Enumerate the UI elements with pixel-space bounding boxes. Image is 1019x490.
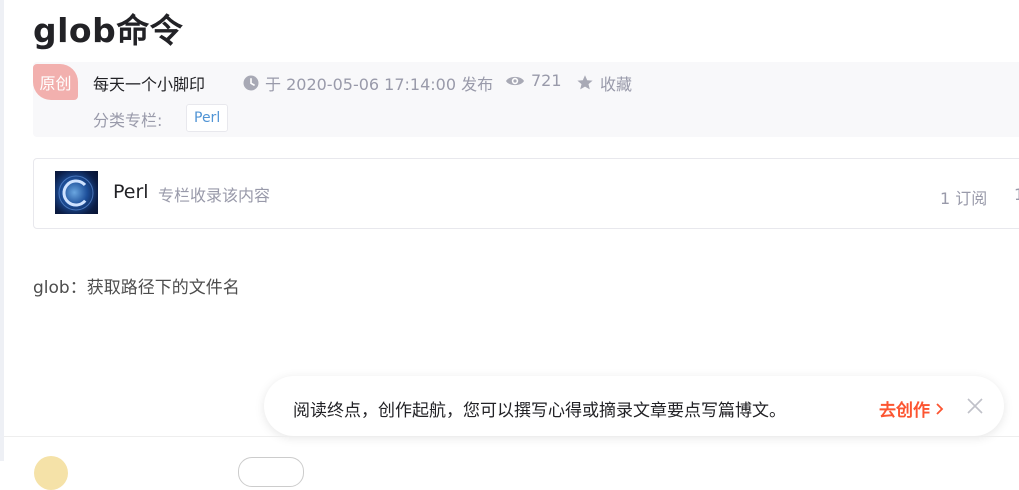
star-icon [577,75,593,90]
publish-time: 于 2020-05-06 17:14:00 发布 [243,71,493,95]
article-content-paragraph: glob：获取路径下的文件名 [33,278,240,298]
close-icon [967,398,983,414]
go-create-button[interactable]: 去创作 [879,396,946,421]
chevron-right-icon [936,402,944,415]
bottom-divider [4,436,1019,437]
close-prompt-button[interactable] [966,397,984,415]
view-count-value: 721 [531,71,562,90]
category-tag-perl[interactable]: Perl [186,104,229,132]
go-create-label: 去创作 [879,401,930,421]
truncated-count: 1 [1014,185,1019,204]
subscribe-count: 1 订阅 [940,189,988,208]
collect-label: 收藏 [600,75,633,94]
creation-prompt-text: 阅读终点，创作起航，您可以撰写心得或摘录文章要点写篇博文。 [293,401,786,421]
clock-icon [243,75,259,91]
article-title: glob命令 [33,11,184,50]
publish-time-text: 于 2020-05-06 17:14:00 发布 [265,75,494,94]
column-name-link[interactable]: Perl [113,181,149,203]
category-label: 分类专栏: [93,111,163,130]
collect-button[interactable]: 收藏 [576,71,632,95]
column-thumbnail[interactable] [55,171,98,214]
left-edge-strip [0,0,4,461]
author-link[interactable]: 每天一个小脚印 [93,71,205,95]
column-description: 专栏收录该内容 [158,186,271,205]
eye-icon [506,76,524,85]
view-count: 721 [505,71,562,90]
column-logo-icon [58,175,94,211]
avatar[interactable] [34,456,68,490]
follow-button[interactable] [238,457,304,487]
original-badge: 原创 [33,64,78,100]
